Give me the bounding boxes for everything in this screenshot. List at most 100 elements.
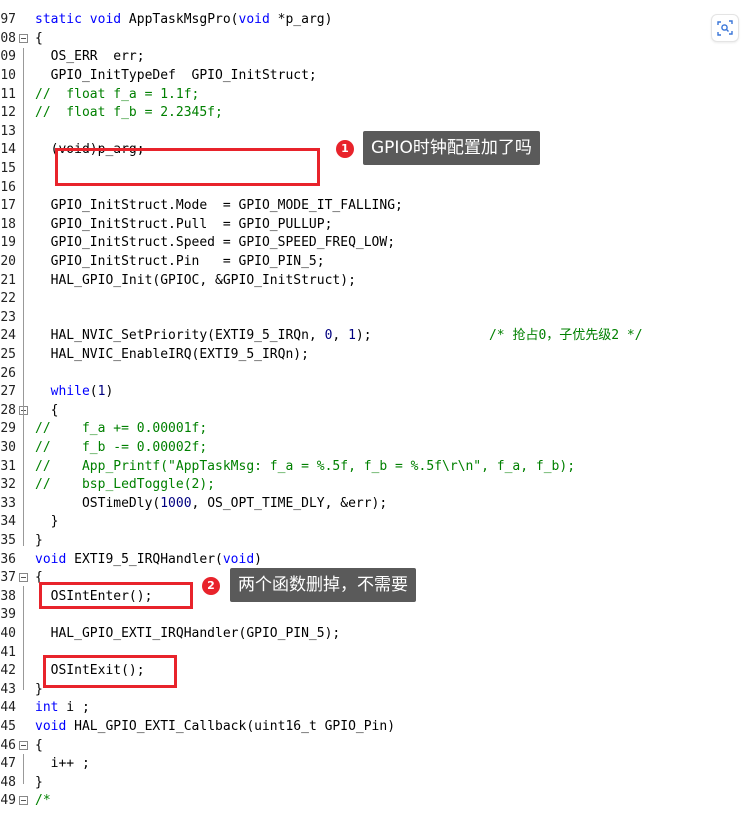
code-text: GPIO_InitTypeDef GPIO_InitStruct; <box>35 67 317 86</box>
line-number: 40 <box>0 625 16 641</box>
code-line[interactable]: 19 GPIO_InitStruct.Speed = GPIO_SPEED_FR… <box>0 234 743 253</box>
code-line[interactable]: 45 void HAL_GPIO_EXTI_Callback(uint16_t G… <box>0 718 743 737</box>
line-number: 27 <box>0 384 16 400</box>
code-comment: // f_a += 0.00001f; <box>35 421 208 437</box>
fold-guide <box>23 586 24 690</box>
code-line[interactable]: 44 int i ; <box>0 699 743 718</box>
fold-toggle-icon[interactable] <box>19 796 28 806</box>
code-line[interactable]: 49 /* <box>0 792 743 811</box>
line-number: 23 <box>0 309 16 325</box>
code-text: int i ; <box>35 699 90 718</box>
code-token: i++ ; <box>35 756 90 772</box>
code-line[interactable]: 18 GPIO_InitStruct.Pull = GPIO_PULLUP; <box>0 216 743 235</box>
code-editor[interactable]: 97 static void AppTaskMsgPro(void *p_arg)… <box>0 0 743 837</box>
code-token: AppTaskMsgPro( <box>128 12 239 28</box>
code-line[interactable]: 48} <box>0 774 743 793</box>
code-text: } <box>35 513 59 532</box>
line-number: 14 <box>0 142 16 158</box>
code-line[interactable]: 11 // float f_a = 1.1f; <box>0 86 743 105</box>
code-token: { <box>35 737 43 753</box>
code-token: HAL_NVIC_SetPriority(EXTI9_5_IRQn, <box>35 328 325 344</box>
code-text: GPIO_InitStruct.Speed = GPIO_SPEED_FREQ_… <box>35 234 395 253</box>
highlight-box-osintexit <box>43 655 177 688</box>
line-number: 09 <box>0 49 16 65</box>
line-number: 17 <box>0 198 16 214</box>
code-line[interactable]: 29 // f_a += 0.00001f; <box>0 420 743 439</box>
code-line[interactable]: 22 <box>0 290 743 309</box>
highlight-box-gpio-clock <box>55 148 320 186</box>
code-token: ( <box>89 384 98 400</box>
scan-search-button[interactable] <box>711 14 739 42</box>
line-number: 35 <box>0 532 16 548</box>
code-line[interactable]: 09 OS_ERR err; <box>0 48 743 67</box>
code-token: } <box>35 532 43 548</box>
code-line[interactable]: 08 { <box>0 30 743 49</box>
line-number: 18 <box>0 216 16 232</box>
code-text: { <box>35 737 43 756</box>
code-line[interactable] <box>0 0 743 11</box>
fold-toggle-icon[interactable] <box>19 33 28 43</box>
code-line[interactable]: 12 // float f_b = 2.2345f; <box>0 104 743 123</box>
line-number: 34 <box>0 514 16 530</box>
line-number: 26 <box>0 365 16 381</box>
code-line[interactable]: 39 <box>0 606 743 625</box>
line-number: 16 <box>0 179 16 195</box>
code-text: i++ ; <box>35 755 90 774</box>
line-number: 37 <box>0 570 16 586</box>
code-line[interactable]: 24 HAL_NVIC_SetPriority(EXTI9_5_IRQn, 0,… <box>0 327 743 346</box>
code-token: GPIO_InitStruct.Mode = GPIO_MODE_IT_FALL… <box>35 198 403 214</box>
code-line[interactable]: 40 HAL_GPIO_EXTI_IRQHandler(GPIO_PIN_5); <box>0 625 743 644</box>
line-number: 15 <box>0 160 16 176</box>
code-line[interactable]: 21 HAL_GPIO_Init(GPIOC, &GPIO_InitStruct… <box>0 272 743 291</box>
code-text: OSTimeDly(1000, OS_OPT_TIME_DLY, &err); <box>35 495 387 514</box>
code-line[interactable]: 32 // bsp_LedToggle(2); <box>0 476 743 495</box>
line-number: 45 <box>0 718 16 734</box>
code-line[interactable]: 20 GPIO_InitStruct.Pin = GPIO_PIN_5; <box>0 253 743 272</box>
code-token: i ; <box>58 700 90 716</box>
code-token: { <box>35 402 59 418</box>
code-token: OS_ERR err; <box>35 49 145 65</box>
fold-guide <box>23 754 24 784</box>
line-number: 30 <box>0 439 16 455</box>
code-text: HAL_NVIC_SetPriority(EXTI9_5_IRQn, 0, 1)… <box>35 327 643 346</box>
line-number: 24 <box>0 328 16 344</box>
code-text: GPIO_InitStruct.Pull = GPIO_PULLUP; <box>35 216 333 235</box>
code-line[interactable]: 31 // App_Printf("AppTaskMsg: f_a = %.5f,… <box>0 458 743 477</box>
code-line[interactable]: 25 HAL_NVIC_EnableIRQ(EXTI9_5_IRQn); <box>0 346 743 365</box>
code-line[interactable]: 33 OSTimeDly(1000, OS_OPT_TIME_DLY, &err… <box>0 495 743 514</box>
code-text: HAL_NVIC_EnableIRQ(EXTI9_5_IRQn); <box>35 346 309 365</box>
code-line[interactable]: 35} <box>0 532 743 551</box>
code-keyword: int <box>35 700 59 716</box>
line-number: 12 <box>0 105 16 121</box>
code-line[interactable]: 46 { <box>0 737 743 756</box>
line-number: 42 <box>0 663 16 679</box>
code-text: void EXTI9_5_IRQHandler(void) <box>35 551 262 570</box>
annotation-marker-1: 1 <box>336 140 354 158</box>
code-line[interactable]: 30 // f_b -= 0.00002f; <box>0 439 743 458</box>
code-line[interactable]: 27 while(1) <box>0 383 743 402</box>
code-text: // float f_a = 1.1f; <box>35 86 199 105</box>
line-number: 49 <box>0 793 16 809</box>
code-text: GPIO_InitStruct.Mode = GPIO_MODE_IT_FALL… <box>35 197 403 216</box>
fold-toggle-icon[interactable] <box>19 573 28 583</box>
fold-toggle-icon[interactable] <box>19 740 28 750</box>
code-line[interactable]: 17 GPIO_InitStruct.Mode = GPIO_MODE_IT_F… <box>0 197 743 216</box>
code-line[interactable]: 36 void EXTI9_5_IRQHandler(void) <box>0 551 743 570</box>
code-line[interactable]: 34 } <box>0 513 743 532</box>
code-text: } <box>35 681 43 700</box>
line-number: 29 <box>0 421 16 437</box>
code-line[interactable]: 28 { <box>0 402 743 421</box>
line-number: 10 <box>0 67 16 83</box>
code-line[interactable]: 97 static void AppTaskMsgPro(void *p_arg) <box>0 11 743 30</box>
code-line[interactable]: 10 GPIO_InitTypeDef GPIO_InitStruct; <box>0 67 743 86</box>
code-line[interactable]: 47 i++ ; <box>0 755 743 774</box>
code-token: ) <box>254 551 262 567</box>
code-text: { <box>35 402 59 421</box>
code-comment: // float f_a = 1.1f; <box>35 86 200 102</box>
code-text: // f_a += 0.00001f; <box>35 420 207 439</box>
code-text: void HAL_GPIO_EXTI_Callback(uint16_t GPI… <box>35 718 395 737</box>
code-line[interactable]: 26 <box>0 365 743 384</box>
code-token: } <box>35 514 59 530</box>
code-line[interactable]: 23 <box>0 309 743 328</box>
